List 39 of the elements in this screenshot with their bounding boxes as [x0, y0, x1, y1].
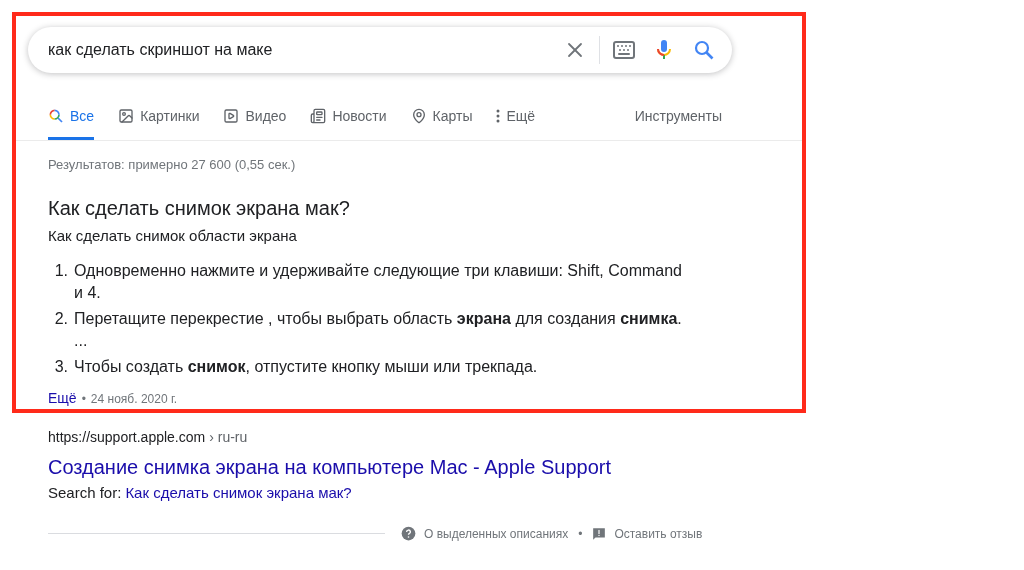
search-tab[interactable]: Ещё: [496, 95, 536, 140]
step-number: 1.: [53, 261, 68, 281]
search-icon: [48, 108, 64, 124]
step-text: Перетащите перекрестие , чтобы выбрать область экрана для создания снимка. ...: [74, 309, 683, 351]
search-for-link[interactable]: Как сделать снимок экрана мак?: [125, 482, 352, 505]
search-bar[interactable]: как сделать скриншот на маке: [28, 27, 732, 73]
more-link[interactable]: Ещё: [48, 388, 77, 409]
step-number: 3.: [53, 357, 68, 377]
snippet-question: Как сделать снимок экрана мак?: [48, 195, 351, 220]
snippet-date: 24 нояб. 2020 г.: [90, 390, 178, 408]
keyboard-icon[interactable]: [612, 38, 636, 62]
newspaper-icon: [310, 108, 327, 124]
search-tab[interactable]: Карты: [410, 95, 473, 140]
snippet-subtitle: Как сделать снимок области экрана: [48, 225, 298, 246]
search-tab[interactable]: Новости: [310, 95, 387, 140]
result-title-link[interactable]: Создание снимка экрана на компьютере Mac - Apple Support: [48, 454, 1024, 480]
feedback-link[interactable]: Оставить отзыв: [614, 524, 703, 543]
map-pin-icon: [410, 108, 427, 124]
search-icon[interactable]: [692, 38, 716, 62]
search-tab[interactable]: Видео: [223, 95, 287, 140]
results-count: Результатов: примерно 27 600 (0,55 сек.): [48, 156, 297, 174]
result-url: https://support.apple.com: [48, 428, 206, 447]
separator-dot: •: [578, 525, 583, 543]
feedback-icon[interactable]: [592, 526, 607, 541]
about-snippets-link[interactable]: О выделенных описаниях: [424, 524, 569, 543]
step-text: Чтобы создать снимок, отпустите кнопку мыши или трекпада.: [74, 357, 539, 377]
tools-button[interactable]: Инструменты: [634, 95, 722, 140]
play-icon: [223, 108, 240, 124]
step-text: Одновременно нажмите и удерживайте следующие три клавиши: Shift, Command и 4.: [74, 261, 683, 303]
search-tab[interactable]: Картинки: [118, 95, 200, 140]
help-icon[interactable]: [401, 526, 416, 541]
step-number: 2.: [53, 309, 68, 329]
search-tab[interactable]: Все: [48, 95, 95, 140]
search-query[interactable]: как сделать скриншот на маке: [48, 38, 563, 62]
more-icon: [496, 109, 501, 123]
result-breadcrumb: › ru-ru: [209, 428, 248, 447]
separator-dot: •: [81, 390, 86, 408]
search-for-label: Search for:: [48, 483, 122, 503]
image-icon: [118, 108, 135, 124]
